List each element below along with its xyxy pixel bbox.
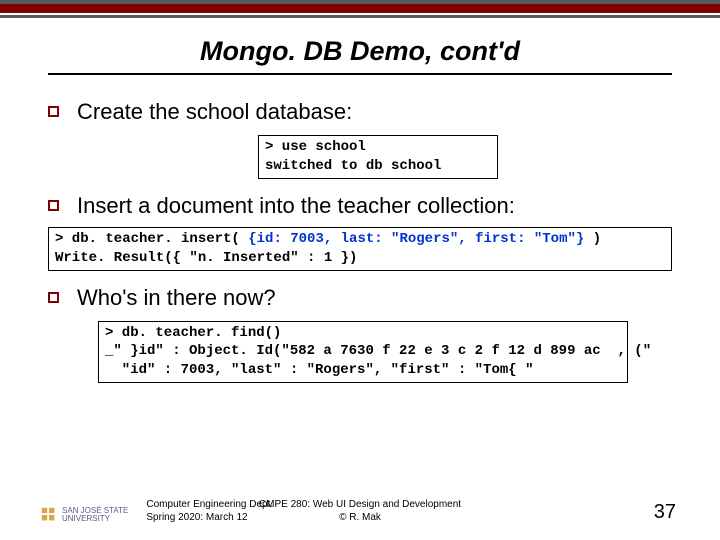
code3-line2: _" }id" : Object. Id("582 a 7630 f 22 e …: [105, 343, 651, 359]
slide-content: Create the school database: > use school…: [0, 75, 720, 383]
code-box-1: > use school switched to db school: [258, 135, 498, 179]
sjsu-logo-icon: [40, 506, 58, 524]
footer-date: Spring 2020: March 12: [146, 512, 273, 525]
bullet-box-icon: [48, 106, 59, 117]
bullet-box-icon: [48, 200, 59, 211]
bullet-box-icon: [48, 292, 59, 303]
bullet-2-text: Insert a document into the teacher colle…: [77, 193, 515, 219]
page-number: 37: [654, 501, 676, 524]
code2-line2: Write. Result({ "n. Inserted" : 1 }): [55, 250, 357, 266]
footer-dept: Computer Engineering Dept.: [146, 499, 273, 512]
code-box-2: > db. teacher. insert( {id: 7003, last: …: [48, 227, 672, 271]
bullet-2: Insert a document into the teacher colle…: [48, 193, 672, 219]
code3-line1: > db. teacher. find(): [105, 325, 281, 341]
code-box-3: > db. teacher. find() _" }id" : Object. …: [98, 321, 628, 384]
bullet-3: Who's in there now?: [48, 285, 672, 311]
bullet-3-text: Who's in there now?: [77, 285, 276, 311]
sjsu-logo-text: SAN JOSÉ STATE UNIVERSITY: [62, 507, 128, 523]
bullet-1-text: Create the school database:: [77, 99, 352, 125]
sjsu-logo: SAN JOSÉ STATE UNIVERSITY: [40, 506, 128, 524]
footer-course: CMPE 280: Web UI Design and Development: [259, 499, 461, 512]
bullet-1: Create the school database:: [48, 99, 672, 125]
code2-line1b: {id: 7003, last: "Rogers", first: "Tom"}: [248, 231, 584, 247]
slide-footer: SAN JOSÉ STATE UNIVERSITY Computer Engin…: [0, 499, 720, 524]
code2-line1c: ): [584, 231, 601, 247]
slide-title: Mongo. DB Demo, cont'd: [0, 36, 720, 67]
footer-center: CMPE 280: Web UI Design and Development …: [259, 499, 461, 524]
code2-line1a: > db. teacher. insert(: [55, 231, 248, 247]
code3-line3: "id" : 7003, "last" : "Rogers", "first" …: [105, 362, 533, 378]
footer-left: Computer Engineering Dept. Spring 2020: …: [146, 499, 273, 524]
footer-author: © R. Mak: [259, 512, 461, 525]
code1-line2: switched to db school: [265, 158, 441, 174]
code1-line1: > use school: [265, 139, 366, 155]
decorative-top-bars: [0, 0, 720, 18]
